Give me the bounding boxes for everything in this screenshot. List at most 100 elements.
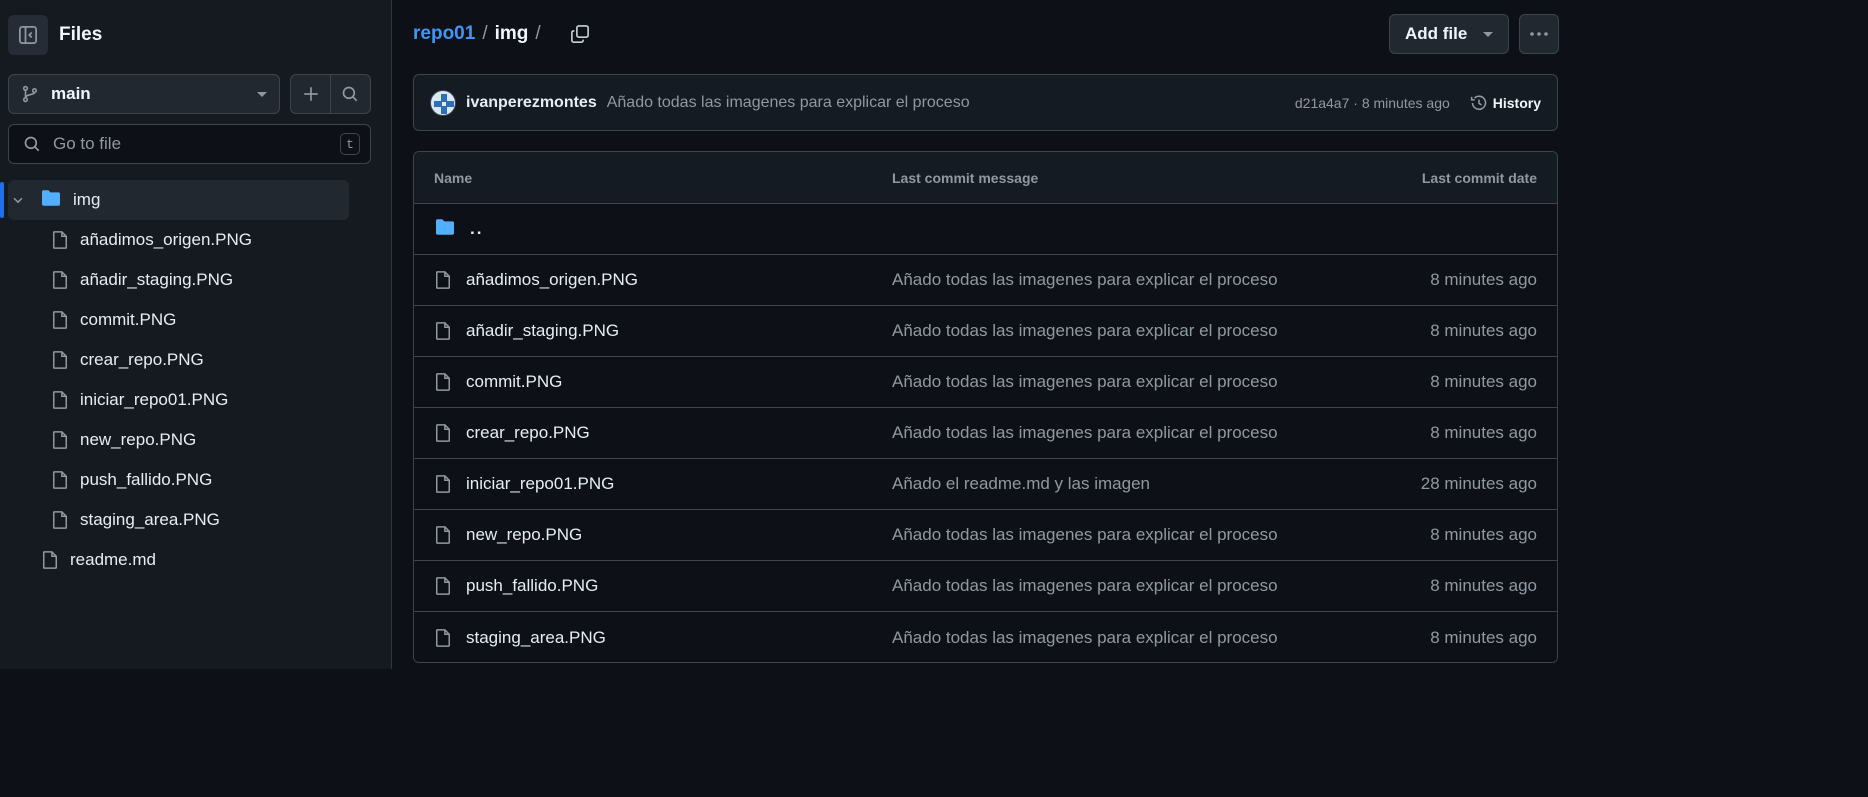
more-options-button[interactable] [1519,14,1559,54]
table-row[interactable]: staging_area.PNG Añado todas las imagenes… [414,612,1557,662]
name-cell: staging_area.PNG [434,628,892,648]
file-icon [51,470,69,490]
file-table: Name Last commit message Last commit dat… [413,151,1558,663]
file-icon [434,474,452,494]
commit-message-link[interactable]: Añado todas las imagenes para explicar e… [892,525,1430,545]
sidebar-header: Files [8,15,102,55]
add-file-plus-button[interactable] [291,75,330,113]
name-cell: añadir_staging.PNG [434,321,892,341]
name-cell: crear_repo.PNG [434,423,892,443]
commit-hash-and-time[interactable]: d21a4a7 · 8 minutes ago [1295,95,1450,111]
file-name-link[interactable]: iniciar_repo01.PNG [466,474,614,494]
collapse-sidebar-button[interactable] [8,15,48,55]
copy-icon [570,25,589,43]
file-icon [434,321,452,341]
tree-file-item[interactable]: new_repo.PNG [0,420,391,460]
file-tree: img añadimos_origen.PNG añadir_staging.PN… [0,180,391,580]
breadcrumb-separator: / [482,23,488,44]
table-row[interactable]: new_repo.PNG Añado todas las imagenes par… [414,510,1557,561]
file-icon [51,430,69,450]
tree-file-item[interactable]: push_fallido.PNG [0,460,391,500]
latest-commit-bar: ivanperezmontes Añado todas las imagenes… [413,74,1558,131]
add-file-label: Add file [1405,24,1468,43]
name-cell: commit.PNG [434,372,892,392]
tree-file-item[interactable]: añadir_staging.PNG [0,260,391,300]
tree-file-item[interactable]: crear_repo.PNG [0,340,391,380]
history-button[interactable]: History [1470,94,1541,112]
plus-icon [303,87,318,101]
commit-message-link[interactable]: Añado todas las imagenes para explicar e… [892,372,1430,392]
tree-file-item[interactable]: iniciar_repo01.PNG [0,380,391,420]
commit-date: 8 minutes ago [1430,321,1537,340]
table-row[interactable]: push_fallido.PNG Añado todas las imagenes… [414,561,1557,612]
go-to-file-input[interactable] [53,134,340,154]
file-name-link[interactable]: crear_repo.PNG [466,423,590,443]
table-row[interactable]: crear_repo.PNG Añado todas las imagenes p… [414,408,1557,459]
parent-directory-row[interactable]: .. [414,204,1557,255]
file-name-link[interactable]: añadimos_origen.PNG [466,270,638,290]
commit-message-link[interactable]: Añado todas las imagenes para explicar e… [892,321,1430,341]
column-header-date: Last commit date [1421,169,1537,186]
tree-file-label: añadimos_origen.PNG [80,230,252,249]
commit-author[interactable]: ivanperezmontes [466,94,597,112]
file-icon [434,628,452,648]
tree-file-item[interactable]: commit.PNG [0,300,391,340]
file-icon [41,550,59,570]
search-icon [24,136,40,152]
add-file-button[interactable]: Add file [1389,14,1509,54]
file-tree-sidebar: Files main t [0,0,392,669]
table-row[interactable]: iniciar_repo01.PNG Añado el readme.md y l… [414,459,1557,510]
commit-message-link[interactable]: Añado todas las imagenes para explicar e… [892,423,1430,443]
tree-file-item[interactable]: añadimos_origen.PNG [0,220,391,260]
commit-message-link[interactable]: Añado todas las imagenes para explicar e… [892,576,1430,596]
parent-directory-link[interactable]: .. [470,219,483,239]
tree-file-item[interactable]: staging_area.PNG [0,500,391,540]
tree-file-label: iniciar_repo01.PNG [80,390,229,409]
keyboard-shortcut-hint: t [340,133,360,155]
file-name-link[interactable]: new_repo.PNG [466,525,582,545]
tree-file-item[interactable]: readme.md [0,540,391,580]
file-name-link[interactable]: añadir_staging.PNG [466,321,619,341]
commit-date: 28 minutes ago [1420,474,1537,493]
chevron-down-icon[interactable] [11,193,27,207]
file-icon [434,576,452,596]
git-branch-icon [22,85,38,103]
tree-file-label: readme.md [70,550,156,569]
main-content: repo01 / img / Add file ivanperezmontes … [392,0,1568,669]
file-name-link[interactable]: push_fallido.PNG [466,576,598,596]
branch-selector[interactable]: main [8,74,280,114]
table-row[interactable]: añadimos_origen.PNG Añado todas las image… [414,255,1557,306]
history-label: History [1492,94,1541,111]
table-row[interactable]: commit.PNG Añado todas las imagenes para … [414,357,1557,408]
copy-path-button[interactable] [562,16,598,52]
commit-date: 8 minutes ago [1430,576,1537,595]
sidebar-actions [290,74,371,114]
breadcrumb-repo-link[interactable]: repo01 [413,23,475,45]
tree-folder-img[interactable]: img [0,180,349,220]
search-button[interactable] [331,75,370,113]
tree-file-label: new_repo.PNG [80,430,197,449]
chevron-down-icon [257,91,267,97]
file-icon [51,350,69,370]
file-icon [51,270,69,290]
table-row[interactable]: añadir_staging.PNG Añado todas las imagen… [414,306,1557,357]
file-name-link[interactable]: commit.PNG [466,372,562,392]
breadcrumb-current-folder: img [494,23,529,44]
commit-message[interactable]: Añado todas las imagenes para explicar e… [607,94,1295,112]
github-file-browser: Files main t [0,0,1568,669]
commit-date: 8 minutes ago [1430,270,1537,289]
commit-message-link[interactable]: Añado todas las imagenes para explicar e… [892,628,1430,648]
file-icon [434,423,452,443]
file-name-link[interactable]: staging_area.PNG [466,628,606,648]
sidebar-collapse-icon [19,26,37,44]
commit-message-link[interactable]: Añado el readme.md y las imagen [892,474,1421,494]
name-cell: push_fallido.PNG [434,576,892,596]
avatar[interactable] [430,89,456,116]
name-cell: new_repo.PNG [434,525,892,545]
name-cell: iniciar_repo01.PNG [434,474,892,494]
go-to-file-box: t [8,124,371,164]
commit-message-link[interactable]: Añado todas las imagenes para explicar e… [892,270,1430,290]
active-indicator [0,182,4,218]
file-icon [51,390,69,410]
commit-date: 8 minutes ago [1430,525,1537,544]
